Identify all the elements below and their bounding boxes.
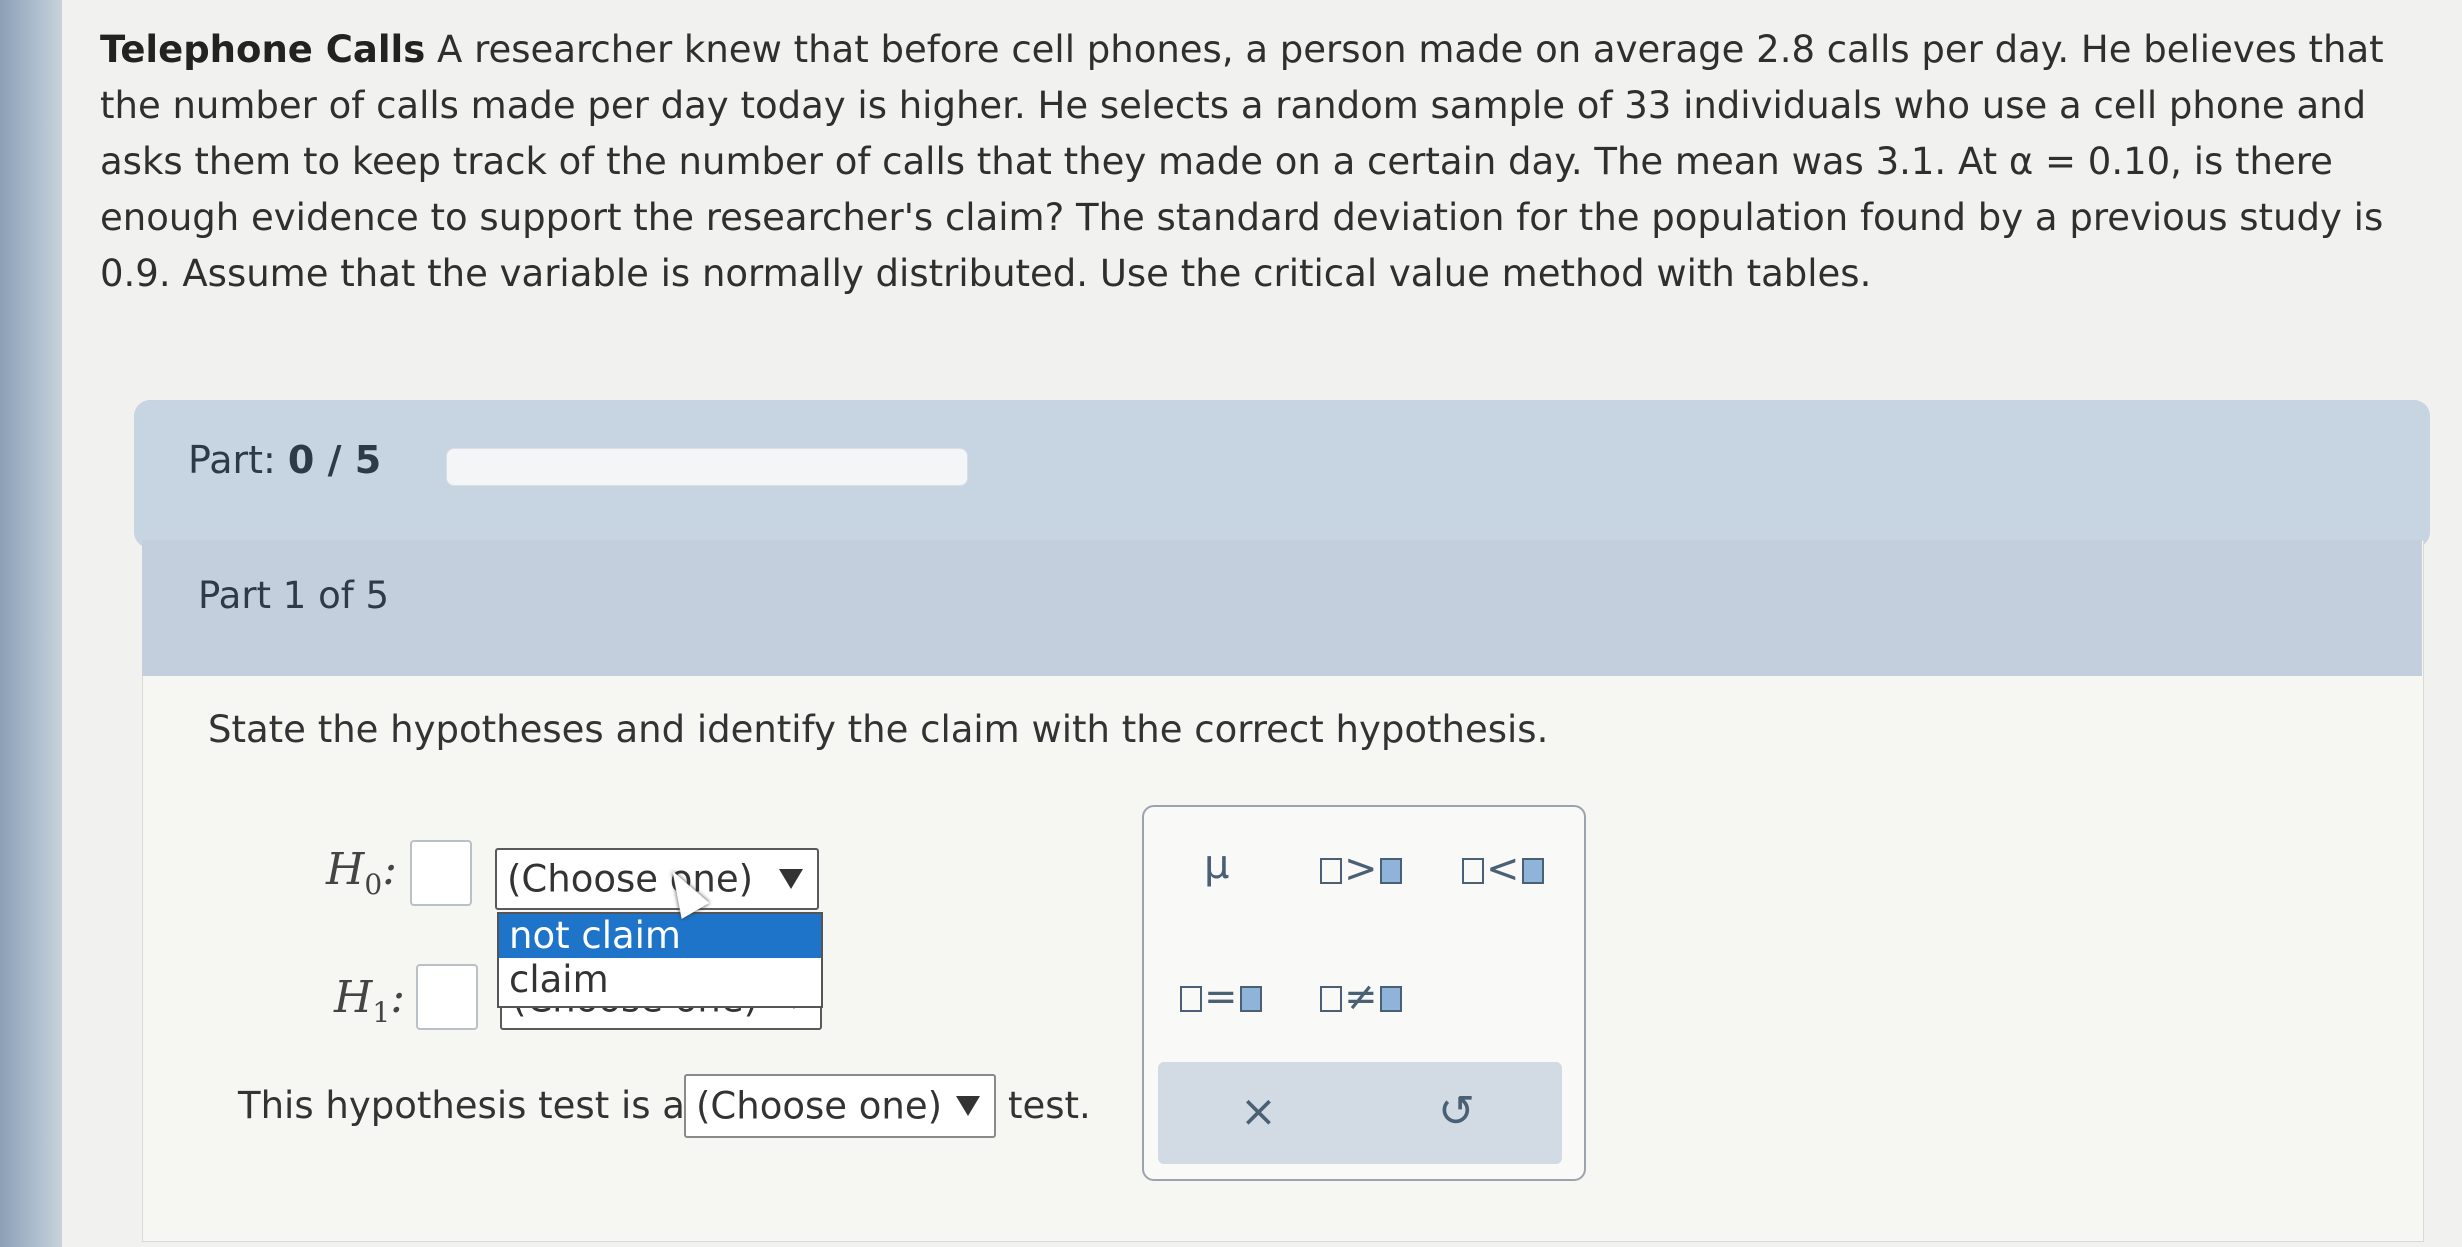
placeholder-box-icon (1379, 986, 1402, 1012)
h1-answer-box[interactable] (416, 964, 478, 1030)
mu-button[interactable]: μ (1204, 842, 1229, 888)
placeholder-box-icon (1320, 858, 1342, 884)
test-type-select-text: (Choose one) (696, 1084, 943, 1128)
test-type-prefix: This hypothesis test is a (238, 1084, 685, 1127)
progress-track (446, 448, 968, 486)
greater-than-button[interactable]: > (1318, 846, 1404, 892)
placeholder-box-icon (1320, 986, 1342, 1012)
progress-label: Part: 0 / 5 (188, 438, 381, 482)
part-title: Part 1 of 5 (198, 574, 390, 617)
h0-claim-select[interactable]: (Choose one) (495, 848, 819, 910)
problem-title: Telephone Calls (100, 28, 426, 71)
mu-symbol: μ (1204, 842, 1230, 888)
part-header (142, 540, 2422, 676)
h0-label: H0: (326, 844, 398, 901)
placeholder-box-icon (1462, 858, 1484, 884)
problem-text: A researcher knew that before cell phone… (100, 28, 2384, 295)
not-equal-button[interactable]: ≠ (1318, 974, 1404, 1020)
equal-symbol: = (1204, 974, 1238, 1020)
placeholder-box-icon (1521, 858, 1544, 884)
equal-button[interactable]: = (1178, 974, 1264, 1020)
h1-subscript: 1 (372, 995, 391, 1029)
h1-letter: H (334, 972, 373, 1023)
chevron-down-icon (779, 869, 803, 889)
palette-action-bar (1158, 1062, 1562, 1164)
claim-dropdown-list: not claim claim (497, 912, 823, 1008)
greater-symbol: > (1344, 846, 1378, 892)
progress-prefix: Part: (188, 438, 276, 482)
less-than-button[interactable]: < (1460, 846, 1546, 892)
browser-edge (0, 0, 62, 1247)
problem-statement: Telephone Calls A researcher knew that b… (100, 22, 2440, 302)
less-symbol: < (1486, 846, 1520, 892)
dropdown-option-claim[interactable]: claim (499, 958, 821, 1002)
undo-icon[interactable]: ↺ (1438, 1086, 1475, 1137)
h0-letter: H (326, 844, 365, 895)
instruction-text: State the hypotheses and identify the cl… (208, 708, 1549, 751)
dropdown-option-not-claim[interactable]: not claim (499, 914, 821, 958)
placeholder-box-icon (1239, 986, 1262, 1012)
h0-subscript: 0 (364, 867, 383, 901)
h0-answer-box[interactable] (410, 840, 472, 906)
clear-icon[interactable]: × (1240, 1086, 1277, 1137)
chevron-down-icon (956, 1096, 980, 1116)
placeholder-box-icon (1379, 858, 1402, 884)
progress-value: 0 / 5 (287, 438, 382, 482)
h1-label: H1: (334, 972, 406, 1029)
h0-select-text: (Choose one) (507, 857, 754, 901)
not-equal-symbol: ≠ (1344, 974, 1378, 1020)
test-type-select[interactable]: (Choose one) (684, 1074, 996, 1138)
test-type-suffix: test. (1008, 1084, 1091, 1127)
placeholder-box-icon (1180, 986, 1202, 1012)
